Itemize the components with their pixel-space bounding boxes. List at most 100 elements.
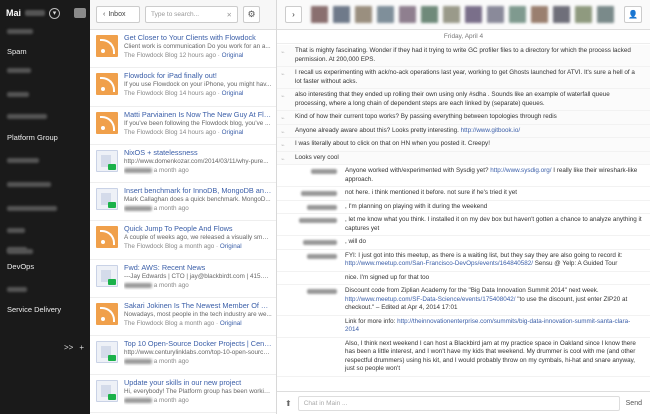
message-link[interactable]: http://www.sysdig.org/ <box>490 167 551 174</box>
avatar[interactable] <box>597 6 614 23</box>
message-link[interactable]: http://www.gitbook.io/ <box>461 127 521 134</box>
chat-input[interactable]: Chat in Main ... <box>297 395 620 411</box>
list-item-snippet: http://www.domenkozar.com/2014/03/11/why… <box>124 157 269 165</box>
message-link[interactable]: http://www.meetup.com/SF-Data-Science/ev… <box>345 296 515 303</box>
clear-search-icon[interactable]: ✕ <box>227 11 232 19</box>
thread-icon[interactable]: ⌁ <box>281 71 287 78</box>
avatar[interactable] <box>355 6 372 23</box>
avatar[interactable] <box>465 6 482 23</box>
message-link[interactable]: http://www.meetup.com/San-Francisco-DevO… <box>345 260 533 267</box>
gear-icon[interactable]: ⚙ <box>243 6 260 23</box>
original-link[interactable]: Original <box>220 320 242 327</box>
inbox-back-button[interactable]: ‹ Inbox <box>96 6 140 23</box>
brand-label[interactable]: Mai <box>6 8 21 18</box>
avatar[interactable] <box>399 6 416 23</box>
rss-feed-icon <box>96 73 118 96</box>
inbox-items: Get Closer to Your Clients with Flowdock… <box>90 30 276 413</box>
chevron-right-icon[interactable]: › <box>285 6 302 23</box>
chat-message: ⌁ Anyone already aware about this? Looks … <box>277 124 650 138</box>
add-flow-icon[interactable]: + <box>79 343 84 352</box>
chat-message: ⌁ That is mighty fascinating. Wonder if t… <box>277 45 650 67</box>
sidebar-item[interactable] <box>7 285 27 294</box>
list-item-meta: The Flowdock Blog 14 hours ago · Origina… <box>124 128 272 137</box>
sidebar-item[interactable] <box>7 27 33 36</box>
sidebar-item-label: Service Delivery <box>7 305 62 314</box>
original-link[interactable]: Original <box>222 129 244 136</box>
sidebar-item[interactable]: Spam <box>7 47 27 56</box>
chevron-down-icon[interactable]: ▾ <box>49 7 61 19</box>
rss-feed-icon <box>96 303 118 326</box>
thread-icon[interactable]: ⌁ <box>281 129 287 136</box>
upload-icon[interactable]: ⬆ <box>285 399 292 408</box>
avatar[interactable] <box>443 6 460 23</box>
search-input[interactable]: Type to search... ✕ <box>145 6 238 23</box>
list-item[interactable]: Insert benchmark for InnoDB, MongoDB and… <box>90 183 276 222</box>
list-item[interactable]: Matti Parviainen Is Now The New Guy At F… <box>90 107 276 145</box>
sidebar-item[interactable] <box>7 226 25 235</box>
sidebar-item[interactable]: DevOps <box>7 262 34 271</box>
avatar[interactable] <box>509 6 526 23</box>
original-link[interactable]: Original <box>222 52 244 59</box>
original-link[interactable]: Original <box>220 243 242 250</box>
message-body: That is mighty fascinating. Wonder if th… <box>295 47 642 64</box>
redacted-sender <box>307 204 337 210</box>
thread-icon[interactable]: ⌁ <box>281 115 287 122</box>
chat-input-bar: ⬆ Chat in Main ... Send <box>277 391 650 414</box>
sidebar-item[interactable] <box>7 156 39 165</box>
thread-icon[interactable]: ⌁ <box>281 142 287 149</box>
list-item[interactable]: Quick Jump To People And Flows A couple o… <box>90 221 276 260</box>
avatar[interactable] <box>311 6 328 23</box>
add-user-icon[interactable]: 👤 <box>624 6 642 23</box>
message-text: Kind of how their current topo works? By… <box>295 113 557 120</box>
redacted-sender <box>307 253 337 259</box>
list-item[interactable]: Flowdock for iPad finally out! If you use… <box>90 68 276 107</box>
list-item-meta: The Flowdock Blog 14 hours ago · Origina… <box>124 89 272 98</box>
list-item-snippet: A couple of weeks ago, we released a vis… <box>124 234 272 242</box>
list-item[interactable]: Top 10 Open-Source Docker Projects | Cen… <box>90 336 276 375</box>
list-item[interactable]: NixOS + statelessness http://www.domenkoz… <box>90 145 276 184</box>
redacted-label <box>7 206 57 211</box>
avatar[interactable] <box>553 6 570 23</box>
collapse-sidebar-icon[interactable]: >> <box>64 343 73 352</box>
sidebar-item[interactable]: Service Delivery <box>7 305 61 314</box>
chat-message: not here. i think mentioned it before. n… <box>277 187 650 201</box>
thread-icon[interactable]: ⌁ <box>281 156 287 163</box>
thread-icon[interactable]: ⌁ <box>281 49 287 56</box>
redacted-label <box>7 247 27 252</box>
original-link[interactable]: Original <box>222 90 244 97</box>
list-item-meta: The Flowdock Blog 12 hours ago · Origina… <box>124 51 272 60</box>
message-body: , will do <box>345 238 642 247</box>
avatar[interactable] <box>421 6 438 23</box>
list-item[interactable]: Get Closer to Your Clients with Flowdock… <box>90 30 276 69</box>
sidebar-item[interactable] <box>7 90 29 99</box>
message-sender <box>281 189 345 198</box>
list-item-snippet: Mark Callaghan does a quick benchmark. M… <box>124 196 271 204</box>
message-sender <box>281 216 345 233</box>
list-item[interactable]: Fwd: AWS: Recent News ---Jay Edwards | CT… <box>90 260 276 299</box>
avatar[interactable] <box>377 6 394 23</box>
avatar[interactable] <box>487 6 504 23</box>
send-button[interactable]: Send <box>626 400 642 407</box>
list-item[interactable]: Update your skills in our new project Hi,… <box>90 375 276 413</box>
sidebar-item[interactable] <box>7 180 51 189</box>
sidebar-item[interactable] <box>7 204 57 213</box>
chat-message: Anyone worked with/experimented with Sys… <box>277 165 650 187</box>
sidebar-item[interactable]: Platform Group <box>7 133 58 142</box>
list-item[interactable]: Sakari Jokinen Is The Newest Member Of T… <box>90 298 276 337</box>
message-sender: ⌁ <box>281 140 295 149</box>
message-text: not here. i think mentioned it before. n… <box>345 189 518 196</box>
list-item-title: Fwd: AWS: Recent News <box>124 262 206 272</box>
sidebar-item[interactable] <box>7 66 31 75</box>
avatar[interactable] <box>333 6 350 23</box>
list-item-text: Top 10 Open-Source Docker Projects | Cen… <box>124 339 272 373</box>
search-placeholder: Type to search... <box>151 11 200 18</box>
avatar[interactable] <box>575 6 592 23</box>
list-item-snippet: If you've been following the Flowdock bl… <box>124 119 271 127</box>
message-body: FYI: I just got into this meetup, as the… <box>345 252 642 269</box>
user-name-redacted <box>25 10 46 16</box>
sidebar-item[interactable] <box>7 112 47 121</box>
avatar[interactable] <box>531 6 548 23</box>
list-item-text: NixOS + statelessness http://www.domenkoz… <box>124 148 272 182</box>
thread-icon[interactable]: ⌁ <box>281 93 287 100</box>
sidebar-item[interactable] <box>7 245 27 254</box>
